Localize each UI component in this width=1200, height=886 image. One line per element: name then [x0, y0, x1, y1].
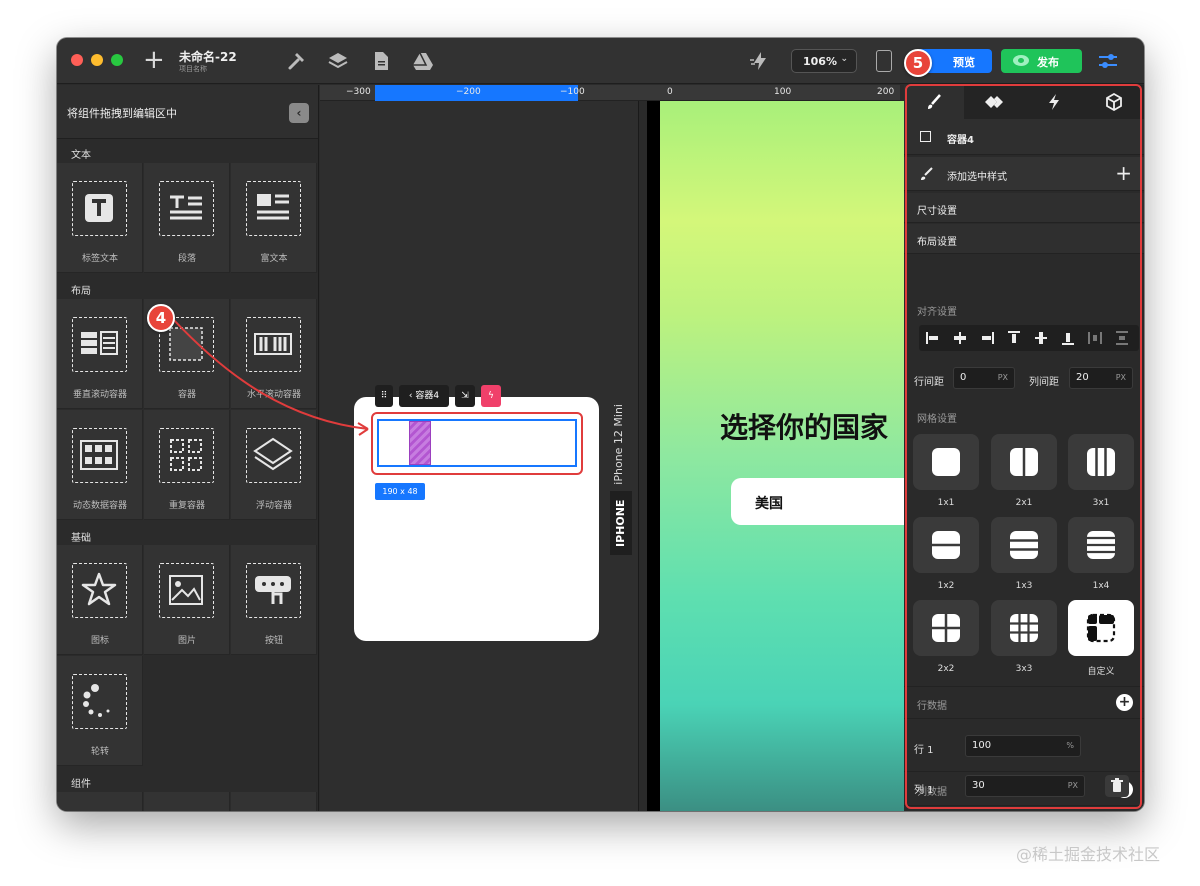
add-page-icon[interactable]: + — [143, 47, 165, 73]
step-badge-4: 4 — [147, 304, 175, 332]
drag-handle-icon[interactable]: ⠿ — [375, 385, 393, 407]
project-name-subtitle: 项目名称 — [179, 65, 207, 73]
device-tab[interactable]: IPHONE — [610, 491, 632, 555]
section-text: 文本 — [71, 150, 91, 161]
title-bar: + 未命名-22 项目名称 106% ⌄ 预览 发布 — [57, 38, 1144, 84]
component-carousel[interactable]: 轮转 — [57, 656, 143, 766]
ruler-label: 0 — [667, 87, 673, 97]
ruler-label: −100 — [560, 87, 585, 97]
component-vertical-scroll-container[interactable]: 垂直滚动容器 — [57, 299, 143, 409]
component-label: 水平滚动容器 — [246, 390, 301, 400]
component-label-text[interactable]: 标签文本 — [57, 163, 143, 273]
document-icon[interactable] — [370, 50, 392, 72]
resize-fit-icon[interactable]: ⇲ — [455, 385, 475, 407]
button-tap-icon — [246, 563, 301, 618]
component-placeholder[interactable] — [57, 792, 143, 811]
component-label: 标签文本 — [81, 254, 118, 264]
drive-icon[interactable] — [412, 50, 434, 72]
ruler-label: 200 — [877, 87, 895, 97]
app-preview-screen[interactable]: 选择你的国家 美国 — [660, 101, 905, 811]
preview-title: 选择你的国家 — [720, 411, 889, 444]
component-panel: 将组件拖拽到编辑区中 ‹ 文本 标签文本 段落 富文本 布局 垂直滚动容器 容器… — [57, 85, 319, 811]
annotation-highlight-box — [371, 412, 583, 475]
sliders-icon[interactable] — [1097, 51, 1119, 71]
eye-icon — [1013, 55, 1029, 66]
repeat-container-icon — [159, 428, 214, 483]
device-toggle-icon[interactable] — [876, 50, 892, 72]
component-label: 浮动容器 — [255, 501, 292, 511]
paragraph-icon — [159, 181, 214, 236]
maximize-window-button[interactable] — [111, 54, 123, 66]
spinner-icon — [72, 674, 127, 729]
component-dynamic-data-container[interactable]: 动态数据容器 — [57, 410, 143, 520]
text-t-icon — [72, 181, 127, 236]
floating-container-icon — [246, 428, 301, 483]
component-label: 轮转 — [90, 747, 109, 757]
publish-button[interactable]: 发布 — [1001, 49, 1082, 73]
watermark: @稀土掘金技术社区 — [1016, 845, 1161, 864]
component-button[interactable]: 按钮 — [231, 545, 317, 655]
vertical-scroll-icon — [72, 317, 127, 372]
performance-icon[interactable] — [749, 50, 771, 72]
ruler-label: −300 — [346, 87, 371, 97]
component-rich-text[interactable]: 富文本 — [231, 163, 317, 273]
preview-label: 预览 — [953, 56, 975, 69]
component-panel-title: 将组件拖拽到编辑区中 — [67, 107, 177, 120]
component-label: 垂直滚动容器 — [72, 390, 127, 400]
zoom-select[interactable]: 106% ⌄ — [791, 49, 857, 73]
parent-select-button[interactable]: ‹ 容器4 — [399, 385, 449, 407]
action-bolt-icon[interactable]: ϟ — [481, 385, 501, 407]
component-label: 动态数据容器 — [72, 501, 127, 511]
ruler-label: −200 — [456, 87, 481, 97]
step-badge-5: 5 — [904, 49, 932, 77]
component-icon[interactable]: 图标 — [57, 545, 143, 655]
component-label: 重复容器 — [168, 501, 205, 511]
selected-element-name: 容器4 — [415, 391, 440, 401]
close-window-button[interactable] — [71, 54, 83, 66]
section-components: 组件 — [71, 779, 91, 790]
size-tag: 190 x 48 — [375, 483, 425, 500]
component-placeholder[interactable] — [144, 792, 230, 811]
component-repeat-container[interactable]: 重复容器 — [144, 410, 230, 520]
section-basic: 基础 — [71, 533, 91, 544]
ruler-label: 100 — [774, 87, 792, 97]
app-window: + 未命名-22 项目名称 106% ⌄ 预览 发布 将组件拖拽到编辑区中 ‹ … — [57, 38, 1144, 811]
image-icon — [159, 563, 214, 618]
annotation-highlight-panel — [905, 84, 1142, 809]
horizontal-ruler: −300 −200 −100 0 100 200 — [320, 85, 900, 101]
chevron-down-icon: ⌄ — [840, 54, 848, 64]
component-image[interactable]: 图片 — [144, 545, 230, 655]
collapse-panel-button[interactable]: ‹ — [289, 103, 309, 123]
component-paragraph[interactable]: 段落 — [144, 163, 230, 273]
country-name: 美国 — [755, 496, 783, 512]
component-label: 图标 — [90, 636, 109, 646]
component-label: 段落 — [177, 254, 196, 264]
component-panel-header: 将组件拖拽到编辑区中 ‹ — [57, 85, 318, 139]
rich-text-icon — [246, 181, 301, 236]
zoom-value: 106% — [803, 55, 837, 68]
country-option-card[interactable]: 美国 — [731, 478, 905, 525]
component-floating-container[interactable]: 浮动容器 — [231, 410, 317, 520]
star-icon — [72, 563, 127, 618]
component-label: 图片 — [177, 636, 196, 646]
component-label: 富文本 — [260, 254, 288, 264]
publish-label: 发布 — [1037, 56, 1059, 69]
layers-icon[interactable] — [327, 50, 349, 72]
component-label: 按钮 — [264, 636, 283, 646]
device-edge — [647, 101, 660, 811]
device-name-label: iPhone 12 Mini — [612, 404, 625, 485]
horizontal-scroll-icon — [246, 317, 301, 372]
minimize-window-button[interactable] — [91, 54, 103, 66]
section-layout: 布局 — [71, 286, 91, 297]
component-horizontal-scroll-container[interactable]: 水平滚动容器 — [231, 299, 317, 409]
dynamic-data-icon — [72, 428, 127, 483]
component-placeholder[interactable] — [231, 792, 317, 811]
project-name[interactable]: 未命名-22 — [179, 48, 237, 65]
hammer-icon[interactable] — [285, 50, 307, 72]
component-label: 容器 — [177, 390, 196, 400]
